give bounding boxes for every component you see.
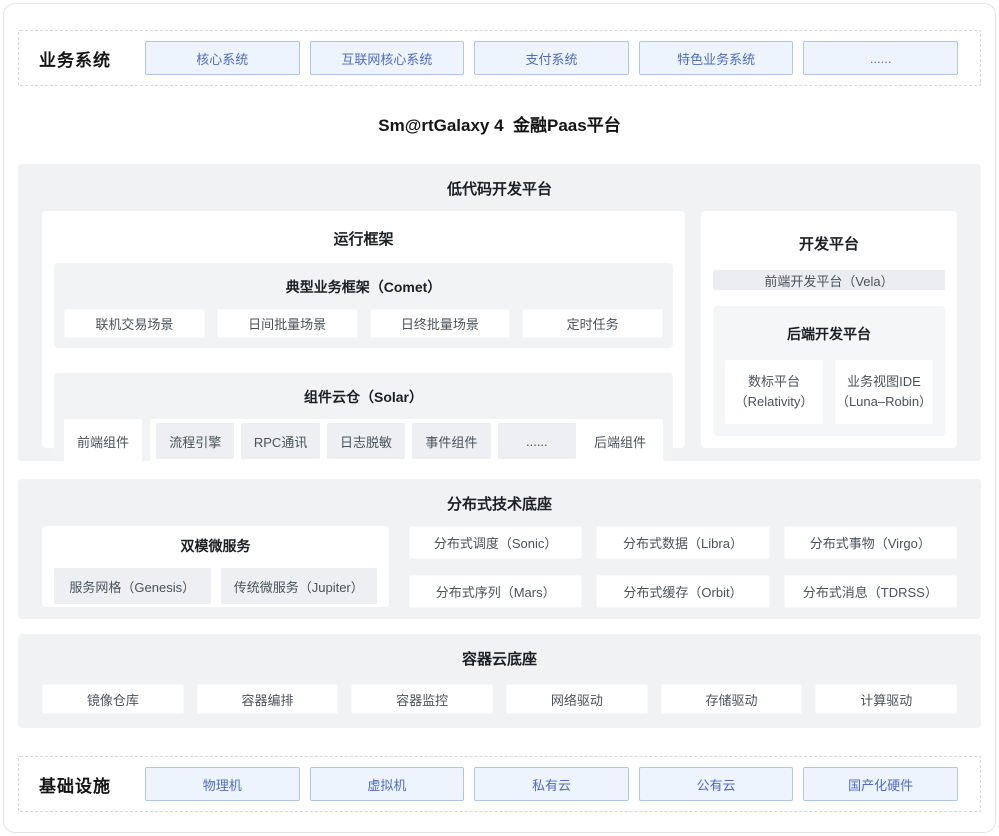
business-systems-list: 核心系统 互联网核心系统 支付系统 特色业务系统 ...... [145, 41, 958, 75]
solar-more[interactable]: ...... [498, 423, 576, 459]
luna-robin-line1: 业务视图IDE [847, 372, 921, 392]
comet-intraday-batch[interactable]: 日间批量场景 [217, 309, 358, 338]
backend-dev-platform-box: 后端开发平台 数标平台 （Relativity） 业务视图IDE （Luna–R… [713, 306, 945, 436]
genesis-service-mesh[interactable]: 服务网格（Genesis） [54, 568, 211, 604]
solar-rpc-comm[interactable]: RPC通讯 [241, 423, 319, 459]
dev-platform-title: 开发平台 [713, 233, 945, 254]
libra-distributed-data[interactable]: 分布式数据（Libra） [596, 526, 769, 559]
container-cloud-panel: 容器云底座 镜像仓库 容器编排 容器监控 网络驱动 存储驱动 计算驱动 [18, 634, 981, 728]
relativity-line1: 数标平台 [748, 372, 800, 392]
luna-robin-line2: （Luna–Robin） [836, 392, 932, 412]
business-system-internet-core[interactable]: 互联网核心系统 [310, 41, 465, 75]
comet-scheduled-task[interactable]: 定时任务 [522, 309, 663, 338]
distributed-base-title: 分布式技术底座 [42, 493, 957, 514]
solar-frontend-components[interactable]: 前端组件 [64, 419, 142, 463]
relativity-data-platform[interactable]: 数标平台 （Relativity） [725, 360, 823, 424]
solar-log-masking[interactable]: 日志脱敏 [327, 423, 405, 459]
solar-component-title: 组件云仓（Solar） [64, 387, 663, 407]
business-system-special[interactable]: 特色业务系统 [639, 41, 794, 75]
dual-mode-microservice-title: 双模微服务 [54, 536, 377, 556]
solar-event-components[interactable]: 事件组件 [412, 423, 490, 459]
infra-public-cloud[interactable]: 公有云 [639, 767, 794, 801]
dual-mode-microservice-box: 双模微服务 服务网格（Genesis） 传统微服务（Jupiter） [42, 526, 389, 607]
solar-component-box: 组件云仓（Solar） 前端组件 流程引擎 RPC通讯 日志脱敏 事件组件 ..… [54, 373, 673, 460]
backend-dev-platform-title: 后端开发平台 [725, 324, 933, 344]
network-driver[interactable]: 网络驱动 [506, 684, 648, 714]
distributed-services-grid: 分布式调度（Sonic） 分布式数据（Libra） 分布式事物（Virgo） 分… [409, 526, 957, 608]
runtime-framework-box: 运行框架 典型业务框架（Comet） 联机交易场景 日间批量场景 日终批量场景 … [42, 211, 685, 448]
image-registry[interactable]: 镜像仓库 [42, 684, 184, 714]
comet-online-trade[interactable]: 联机交易场景 [64, 309, 205, 338]
vela-frontend-dev-platform[interactable]: 前端开发平台（Vela） [713, 270, 945, 290]
tdrss-distributed-message[interactable]: 分布式消息（TDRSS） [784, 575, 957, 608]
comet-framework-title: 典型业务框架（Comet） [64, 277, 663, 297]
luna-robin-business-view-ide[interactable]: 业务视图IDE （Luna–Robin） [835, 360, 933, 424]
container-orchestration[interactable]: 容器编排 [197, 684, 339, 714]
business-system-payment[interactable]: 支付系统 [474, 41, 629, 75]
low-code-platform-title: 低代码开发平台 [42, 178, 957, 199]
distributed-base-panel: 分布式技术底座 双模微服务 服务网格（Genesis） 传统微服务（Jupite… [18, 479, 981, 619]
dev-platform-box: 开发平台 前端开发平台（Vela） 后端开发平台 数标平台 （Relativit… [701, 211, 957, 448]
infra-private-cloud[interactable]: 私有云 [474, 767, 629, 801]
architecture-diagram-card: 业务系统 核心系统 互联网核心系统 支付系统 特色业务系统 ...... Sm@… [3, 3, 996, 833]
comet-framework-box: 典型业务框架（Comet） 联机交易场景 日间批量场景 日终批量场景 定时任务 [54, 263, 673, 348]
container-cloud-title: 容器云底座 [42, 648, 957, 669]
compute-driver[interactable]: 计算驱动 [815, 684, 957, 714]
jupiter-traditional-microservice[interactable]: 传统微服务（Jupiter） [221, 568, 378, 604]
comet-eod-batch[interactable]: 日终批量场景 [370, 309, 511, 338]
solar-backend-components-label: 后端组件 [583, 432, 657, 451]
container-monitoring[interactable]: 容器监控 [351, 684, 493, 714]
business-system-core[interactable]: 核心系统 [145, 41, 300, 75]
infrastructure-section: 基础设施 物理机 虚拟机 私有云 公有云 国产化硬件 [18, 756, 981, 812]
storage-driver[interactable]: 存储驱动 [661, 684, 803, 714]
solar-process-engine[interactable]: 流程引擎 [156, 423, 234, 459]
relativity-line2: （Relativity） [735, 392, 814, 412]
solar-backend-panel: 流程引擎 RPC通讯 日志脱敏 事件组件 ...... 后端组件 [150, 419, 663, 463]
infra-domestic-hardware[interactable]: 国产化硬件 [803, 767, 958, 801]
virgo-distributed-transaction[interactable]: 分布式事物（Virgo） [784, 526, 957, 559]
platform-title: Sm@rtGalaxy 4 金融Paas平台 [18, 111, 981, 139]
sonic-distributed-scheduling[interactable]: 分布式调度（Sonic） [409, 526, 582, 559]
orbit-distributed-cache[interactable]: 分布式缓存（Orbit） [596, 575, 769, 608]
business-systems-label: 业务系统 [39, 46, 145, 71]
low-code-platform-panel: 低代码开发平台 运行框架 典型业务框架（Comet） 联机交易场景 日间批量场景… [18, 164, 981, 461]
mars-distributed-sequence[interactable]: 分布式序列（Mars） [409, 575, 582, 608]
infra-physical-machine[interactable]: 物理机 [145, 767, 300, 801]
runtime-framework-title: 运行框架 [54, 228, 673, 249]
business-systems-section: 业务系统 核心系统 互联网核心系统 支付系统 特色业务系统 ...... [18, 30, 981, 86]
infra-virtual-machine[interactable]: 虚拟机 [310, 767, 465, 801]
infrastructure-label: 基础设施 [39, 772, 145, 797]
business-system-more[interactable]: ...... [803, 41, 958, 75]
infrastructure-list: 物理机 虚拟机 私有云 公有云 国产化硬件 [145, 767, 958, 801]
